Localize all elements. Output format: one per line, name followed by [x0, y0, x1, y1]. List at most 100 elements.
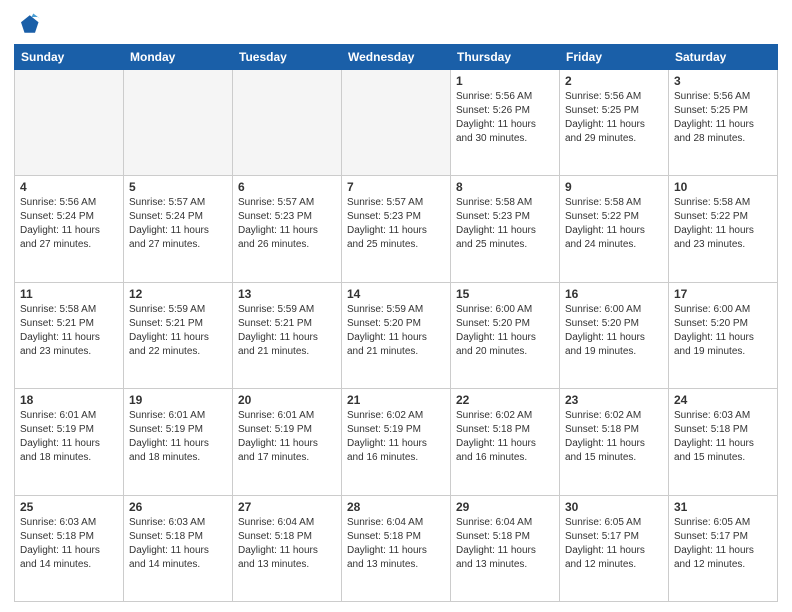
day-info: Sunrise: 6:03 AMSunset: 5:18 PMDaylight:… [674, 409, 772, 465]
day-info: Sunrise: 6:01 AMSunset: 5:19 PMDaylight:… [238, 409, 336, 465]
calendar-cell: 4 Sunrise: 5:56 AMSunset: 5:24 PMDaylight… [15, 176, 124, 282]
calendar-cell: 27Sunrise: 6:04 AMSunset: 5:18 PMDayligh… [233, 495, 342, 601]
calendar-cell: 26Sunrise: 6:03 AMSunset: 5:18 PMDayligh… [124, 495, 233, 601]
weekday-header-friday: Friday [560, 45, 669, 70]
calendar-cell: 18Sunrise: 6:01 AMSunset: 5:19 PMDayligh… [15, 389, 124, 495]
day-info: Sunrise: 5:59 AMSunset: 5:20 PMDaylight:… [347, 303, 445, 359]
calendar-cell: 8 Sunrise: 5:58 AMSunset: 5:23 PMDaylight… [451, 176, 560, 282]
calendar-cell: 2Sunrise: 5:56 AMSunset: 5:25 PMDaylight… [560, 70, 669, 176]
page: SundayMondayTuesdayWednesdayThursdayFrid… [0, 0, 792, 612]
day-number: 12 [129, 287, 227, 301]
day-number: 13 [238, 287, 336, 301]
calendar-cell: 17 Sunrise: 6:00 AMSunset: 5:20 PMDayligh… [669, 282, 778, 388]
day-info: Sunrise: 6:02 AMSunset: 5:19 PMDaylight:… [347, 409, 445, 465]
calendar-cell: 19Sunrise: 6:01 AMSunset: 5:19 PMDayligh… [124, 389, 233, 495]
day-info: Sunrise: 5:59 AMSunset: 5:21 PMDaylight:… [238, 303, 336, 359]
day-info: Sunrise: 5:58 AMSunset: 5:22 PMDaylight:… [674, 196, 772, 252]
day-number: 9 [565, 180, 663, 194]
day-info: Sunrise: 6:03 AMSunset: 5:18 PMDaylight:… [20, 516, 118, 572]
calendar-cell: 5 Sunrise: 5:57 AMSunset: 5:24 PMDaylight… [124, 176, 233, 282]
day-info: Sunrise: 6:04 AMSunset: 5:18 PMDaylight:… [347, 516, 445, 572]
day-number: 8 [456, 180, 554, 194]
day-number: 22 [456, 393, 554, 407]
day-number: 6 [238, 180, 336, 194]
day-number: 28 [347, 500, 445, 514]
day-info: Sunrise: 6:00 AMSunset: 5:20 PMDaylight:… [674, 303, 772, 359]
calendar-cell: 30 Sunrise: 6:05 AMSunset: 5:17 PMDayligh… [560, 495, 669, 601]
logo [14, 10, 44, 38]
weekday-header-thursday: Thursday [451, 45, 560, 70]
day-number: 14 [347, 287, 445, 301]
day-number: 1 [456, 74, 554, 88]
calendar-cell: 1 Sunrise: 5:56 AMSunset: 5:26 PMDaylight… [451, 70, 560, 176]
day-info: Sunrise: 6:00 AMSunset: 5:20 PMDaylight:… [456, 303, 554, 359]
day-info: Sunrise: 5:56 AMSunset: 5:25 PMDaylight:… [565, 90, 663, 146]
day-info: Sunrise: 6:01 AMSunset: 5:19 PMDaylight:… [20, 409, 118, 465]
day-info: Sunrise: 5:56 AMSunset: 5:24 PMDaylight:… [20, 196, 118, 252]
day-info: Sunrise: 5:57 AMSunset: 5:23 PMDaylight:… [238, 196, 336, 252]
day-info: Sunrise: 5:57 AMSunset: 5:23 PMDaylight:… [347, 196, 445, 252]
calendar-table: SundayMondayTuesdayWednesdayThursdayFrid… [14, 44, 778, 602]
day-number: 10 [674, 180, 772, 194]
calendar-cell: 21 Sunrise: 6:02 AMSunset: 5:19 PMDayligh… [342, 389, 451, 495]
day-number: 20 [238, 393, 336, 407]
calendar-cell: 13 Sunrise: 5:59 AMSunset: 5:21 PMDayligh… [233, 282, 342, 388]
weekday-header-monday: Monday [124, 45, 233, 70]
day-info: Sunrise: 6:00 AMSunset: 5:20 PMDaylight:… [565, 303, 663, 359]
day-number: 17 [674, 287, 772, 301]
calendar-cell: 6 Sunrise: 5:57 AMSunset: 5:23 PMDaylight… [233, 176, 342, 282]
day-info: Sunrise: 5:56 AMSunset: 5:25 PMDaylight:… [674, 90, 772, 146]
calendar-cell: 11Sunrise: 5:58 AMSunset: 5:21 PMDayligh… [15, 282, 124, 388]
calendar-cell: 25Sunrise: 6:03 AMSunset: 5:18 PMDayligh… [15, 495, 124, 601]
weekday-header-tuesday: Tuesday [233, 45, 342, 70]
weekday-header-saturday: Saturday [669, 45, 778, 70]
day-info: Sunrise: 5:59 AMSunset: 5:21 PMDaylight:… [129, 303, 227, 359]
day-info: Sunrise: 5:56 AMSunset: 5:26 PMDaylight:… [456, 90, 554, 146]
header [14, 10, 778, 38]
calendar-cell: 23 Sunrise: 6:02 AMSunset: 5:18 PMDayligh… [560, 389, 669, 495]
calendar-cell: 31 Sunrise: 6:05 AMSunset: 5:17 PMDayligh… [669, 495, 778, 601]
calendar-cell: 20 Sunrise: 6:01 AMSunset: 5:19 PMDayligh… [233, 389, 342, 495]
calendar-week-2: 4 Sunrise: 5:56 AMSunset: 5:24 PMDaylight… [15, 176, 778, 282]
logo-icon [14, 10, 42, 38]
calendar-cell [233, 70, 342, 176]
day-number: 16 [565, 287, 663, 301]
day-number: 21 [347, 393, 445, 407]
day-info: Sunrise: 6:02 AMSunset: 5:18 PMDaylight:… [565, 409, 663, 465]
day-number: 29 [456, 500, 554, 514]
calendar-cell: 3 Sunrise: 5:56 AMSunset: 5:25 PMDaylight… [669, 70, 778, 176]
calendar-cell: 28 Sunrise: 6:04 AMSunset: 5:18 PMDayligh… [342, 495, 451, 601]
calendar-cell: 15Sunrise: 6:00 AMSunset: 5:20 PMDayligh… [451, 282, 560, 388]
day-number: 31 [674, 500, 772, 514]
calendar-cell: 9Sunrise: 5:58 AMSunset: 5:22 PMDaylight… [560, 176, 669, 282]
day-number: 11 [20, 287, 118, 301]
calendar-cell: 7 Sunrise: 5:57 AMSunset: 5:23 PMDaylight… [342, 176, 451, 282]
calendar-week-5: 25Sunrise: 6:03 AMSunset: 5:18 PMDayligh… [15, 495, 778, 601]
calendar-cell: 14 Sunrise: 5:59 AMSunset: 5:20 PMDayligh… [342, 282, 451, 388]
calendar-cell: 24Sunrise: 6:03 AMSunset: 5:18 PMDayligh… [669, 389, 778, 495]
calendar-cell: 16 Sunrise: 6:00 AMSunset: 5:20 PMDayligh… [560, 282, 669, 388]
calendar-cell: 29 Sunrise: 6:04 AMSunset: 5:18 PMDayligh… [451, 495, 560, 601]
day-info: Sunrise: 6:04 AMSunset: 5:18 PMDaylight:… [238, 516, 336, 572]
day-info: Sunrise: 6:02 AMSunset: 5:18 PMDaylight:… [456, 409, 554, 465]
weekday-header-wednesday: Wednesday [342, 45, 451, 70]
day-number: 3 [674, 74, 772, 88]
day-info: Sunrise: 5:58 AMSunset: 5:23 PMDaylight:… [456, 196, 554, 252]
day-number: 5 [129, 180, 227, 194]
day-info: Sunrise: 6:01 AMSunset: 5:19 PMDaylight:… [129, 409, 227, 465]
weekday-header-row: SundayMondayTuesdayWednesdayThursdayFrid… [15, 45, 778, 70]
day-info: Sunrise: 6:05 AMSunset: 5:17 PMDaylight:… [565, 516, 663, 572]
day-number: 7 [347, 180, 445, 194]
day-info: Sunrise: 5:57 AMSunset: 5:24 PMDaylight:… [129, 196, 227, 252]
weekday-header-sunday: Sunday [15, 45, 124, 70]
day-info: Sunrise: 6:05 AMSunset: 5:17 PMDaylight:… [674, 516, 772, 572]
calendar-week-3: 11Sunrise: 5:58 AMSunset: 5:21 PMDayligh… [15, 282, 778, 388]
calendar-cell [124, 70, 233, 176]
day-number: 30 [565, 500, 663, 514]
day-info: Sunrise: 6:04 AMSunset: 5:18 PMDaylight:… [456, 516, 554, 572]
calendar-week-1: 1 Sunrise: 5:56 AMSunset: 5:26 PMDaylight… [15, 70, 778, 176]
calendar-cell: 22 Sunrise: 6:02 AMSunset: 5:18 PMDayligh… [451, 389, 560, 495]
day-number: 4 [20, 180, 118, 194]
day-info: Sunrise: 6:03 AMSunset: 5:18 PMDaylight:… [129, 516, 227, 572]
day-number: 23 [565, 393, 663, 407]
